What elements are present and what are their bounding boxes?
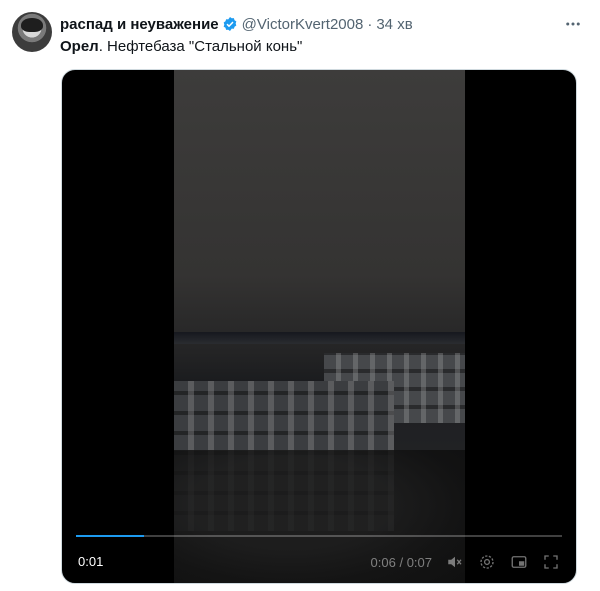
pip-icon[interactable] — [510, 553, 528, 571]
tweet-timestamp[interactable]: 34 хв — [376, 16, 412, 33]
fullscreen-icon[interactable] — [542, 553, 560, 571]
video-skyline — [174, 332, 465, 344]
video-position: 0:06 — [370, 554, 396, 570]
video-elapsed-time: 0:01 — [78, 553, 104, 569]
tweet-text-bold: Орел — [60, 38, 99, 55]
video-progress-bar[interactable] — [76, 535, 562, 537]
video-duration: 0:07 — [406, 554, 432, 570]
video-right-controls: 0:06 / 0:07 — [371, 553, 561, 571]
tweet-header: распад и неуважение @VictorKvert2008 · 3… — [60, 13, 580, 35]
author-handle[interactable]: @VictorKvert2008 — [242, 16, 364, 33]
more-icon[interactable] — [560, 14, 586, 34]
video-time-separator: / — [399, 554, 404, 570]
video-progress-fill — [76, 535, 145, 537]
tweet[interactable]: распад и неуважение @VictorKvert2008 · 3… — [0, 0, 600, 591]
video-player[interactable]: 0:01 0:06 / 0:07 — [61, 69, 577, 584]
tweet-text: Орел. Нефтебаза "Стальной конь" — [60, 37, 580, 57]
settings-icon[interactable] — [478, 553, 496, 571]
author-name[interactable]: распад и неуважение — [60, 16, 219, 33]
video-time-readout: 0:06 / 0:07 — [371, 555, 433, 570]
tweet-text-rest: . Нефтебаза "Стальной конь" — [98, 38, 303, 55]
verified-icon — [222, 16, 238, 32]
video-frame[interactable] — [174, 70, 465, 583]
volume-icon[interactable] — [446, 553, 464, 571]
avatar[interactable] — [12, 12, 52, 52]
header-separator: · — [367, 15, 373, 33]
